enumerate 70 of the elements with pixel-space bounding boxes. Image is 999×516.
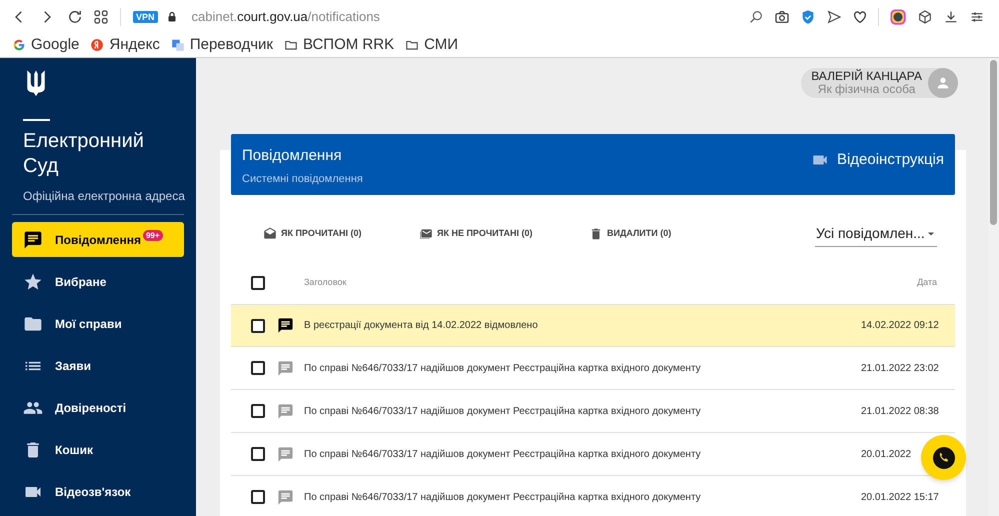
checkbox[interactable] (251, 361, 265, 375)
color-circle-icon[interactable] (889, 8, 907, 26)
yandex-icon (90, 38, 104, 52)
zoom-icon[interactable] (748, 8, 764, 24)
camera-icon[interactable] (774, 8, 790, 24)
notification-title: В реєстрації документа від 14.02.2022 відмовлено (304, 319, 538, 333)
header-title: Повідомлення (242, 147, 343, 165)
notification-date: 20.01.2022 15:17 (861, 490, 937, 504)
action-button[interactable]: ЯК НЕ ПРОЧИТАНІ (0) (419, 227, 589, 241)
envelope-icon (419, 227, 433, 241)
checkbox[interactable] (251, 404, 265, 418)
action-button[interactable]: ЯК ПРОЧИТАНІ (0) (263, 227, 419, 241)
lock-icon (166, 10, 178, 24)
video-instruction-link[interactable]: Відеоінструкція (810, 149, 944, 172)
nav-item[interactable]: Заяви (12, 348, 184, 384)
notification-title: По справі №646/7033/17 надійшов документ Реєстраційна картка вхідного документу (304, 404, 701, 418)
nav-item[interactable]: Відеозв'язок (12, 474, 184, 510)
phone-icon (932, 446, 956, 470)
column-header: Заголовок (304, 276, 346, 290)
nav-item[interactable]: Повідомлення 99+ (12, 222, 184, 258)
bookmark-link[interactable]: Яндекс (90, 34, 160, 56)
avatar-icon (928, 68, 958, 98)
user-name: ВАЛЕРІЙ КАНЦАРА (811, 70, 922, 83)
user-role: Як фізична особа (818, 83, 916, 96)
translate-icon (170, 38, 185, 52)
count-badge: 99+ (142, 230, 163, 242)
scrollbar-thumb[interactable] (990, 60, 997, 225)
nav-item[interactable]: Мої справи (12, 306, 184, 342)
message-icon (23, 230, 43, 250)
header-subtitle: Системні повідомлення (242, 172, 363, 187)
checkbox[interactable] (251, 318, 265, 332)
checkbox[interactable] (251, 276, 265, 290)
nav-item[interactable]: Кошик (12, 432, 184, 468)
google-icon (12, 38, 26, 52)
send-icon[interactable] (826, 8, 842, 24)
user-chip[interactable]: ВАЛЕРІЙ КАНЦАРА Як фізична особа (801, 68, 958, 98)
notification-title: По справі №646/7033/17 надійшов документ Реєстраційна картка вхідного документу (304, 490, 701, 504)
heart-icon[interactable] (852, 8, 868, 24)
folder-icon (284, 38, 298, 52)
trash-icon (589, 227, 603, 241)
checkbox[interactable] (251, 490, 265, 504)
star-icon (23, 272, 43, 292)
app-subtitle: Офіційна електронна адреса (23, 188, 184, 206)
notification-date: 21.01.2022 08:38 (861, 404, 937, 418)
filter-dropdown[interactable]: Усі повідомлен... (815, 221, 937, 247)
notification-date: 21.01.2022 23:02 (861, 362, 937, 376)
bookmark-link[interactable]: ВСПОМ RRK (284, 34, 394, 56)
highlighted-row[interactable]: В реєстрації документа від 14.02.2022 відмовлено 14.02.2022 09:12 (231, 304, 955, 347)
address-bar[interactable]: cabinet.court.gov.ua/notifications (192, 6, 380, 26)
bookmark-link[interactable]: СМИ (405, 34, 458, 56)
column-header: Дата (917, 276, 937, 290)
notification-title: По справі №646/7033/17 надійшов документ Реєстраційна картка вхідного документу (304, 448, 701, 462)
app-title: Суд (23, 154, 60, 180)
app-title: Електронний (23, 129, 145, 154)
vpn-badge[interactable]: VPN (133, 10, 158, 22)
folder-icon (405, 38, 420, 52)
action-button[interactable]: ВИДАЛИТИ (0) (589, 227, 749, 241)
grid-icon[interactable] (92, 8, 110, 26)
download-icon[interactable] (943, 8, 959, 24)
checkbox[interactable] (251, 447, 265, 461)
notification-title: По справі №646/7033/17 надійшов документ Реєстраційна картка вхідного документу (304, 362, 701, 376)
shield-icon[interactable] (800, 8, 816, 24)
nav-item[interactable]: Довіреності (12, 390, 184, 426)
cube-icon[interactable] (917, 8, 933, 24)
bookmark-link[interactable]: Google (12, 34, 80, 56)
nav-item[interactable]: Вибране (12, 264, 184, 300)
notification-date: 20.01.2022 (861, 448, 912, 462)
open-envelope-icon (263, 227, 277, 241)
notification-date: 14.02.2022 09:12 (861, 319, 937, 333)
bookmark-link[interactable]: Переводчик (170, 34, 273, 56)
